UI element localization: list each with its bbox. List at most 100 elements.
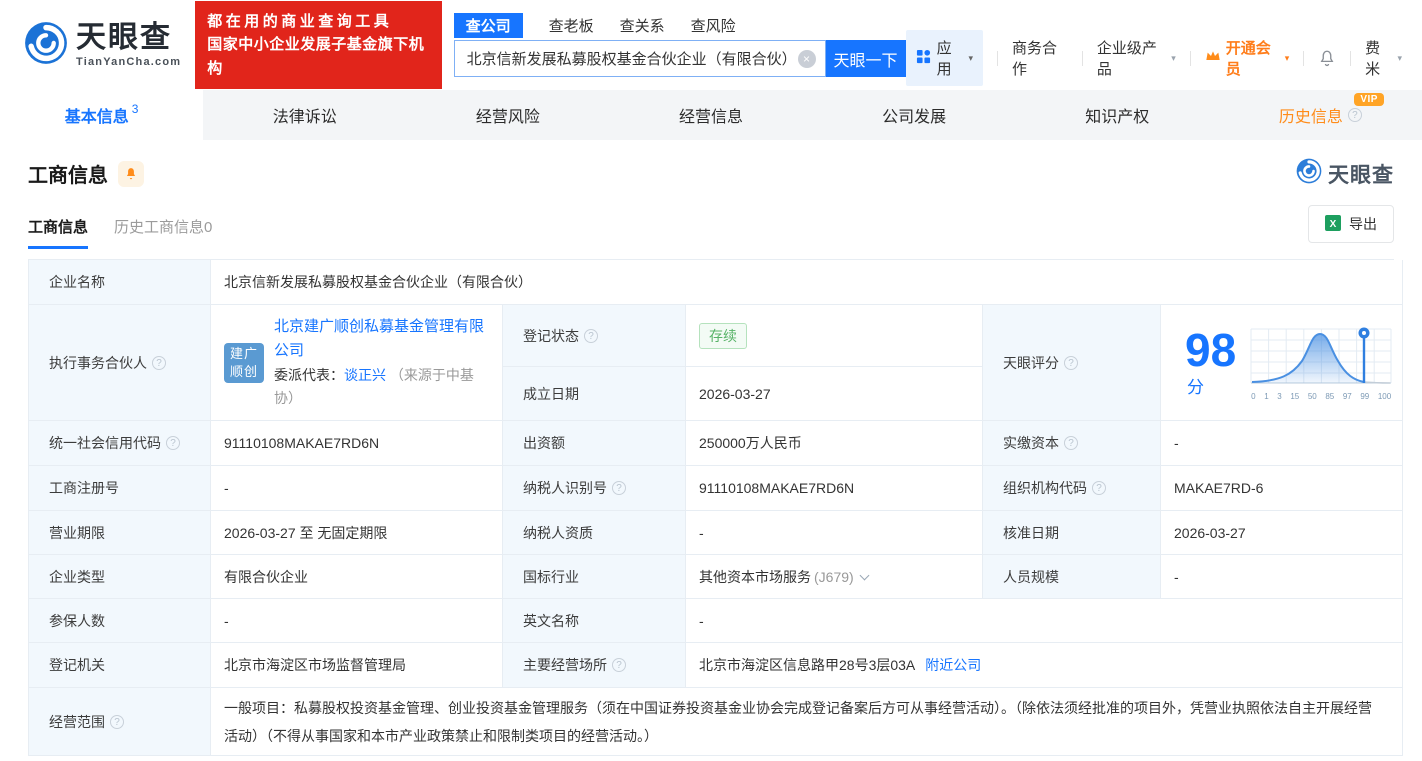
label-text: 统一社会信用代码 [49, 435, 161, 451]
field-label-executive-partner: 执行事务合伙人 ? [29, 305, 211, 421]
tab-label: 经营风险 [475, 109, 540, 126]
help-icon[interactable]: ? [166, 436, 180, 450]
label-text: 组织机构代码 [1003, 480, 1087, 496]
score-number: 98 [1185, 324, 1237, 376]
nav-vip-label: 开通会员 [1225, 40, 1271, 78]
field-label-company-name: 企业名称 [29, 260, 211, 305]
search-input[interactable] [453, 40, 826, 77]
label-text: 天眼评分 [1003, 354, 1059, 371]
excel-icon: X [1325, 214, 1341, 234]
field-value-taxpayer-id: 91110108MAKAE7RD6N [686, 466, 983, 511]
search-tab-boss[interactable]: 查老板 [549, 13, 594, 38]
label-text: 主要经营场所 [523, 657, 607, 673]
field-label-insured-count: 参保人数 [29, 599, 211, 643]
crown-icon [1205, 49, 1221, 67]
tab-label: 基本信息 [64, 109, 129, 126]
field-value-credit-code: 91110108MAKAE7RD6N [211, 421, 503, 466]
tab-basic-info[interactable]: 基本信息 3 [0, 90, 204, 140]
detail-tabs: 基本信息 3 法律诉讼 经营风险 经营信息 公司发展 知识产权 VIP 历史信息… [0, 90, 1422, 140]
help-icon[interactable]: ? [612, 658, 626, 672]
label-text: 经营范围 [49, 713, 105, 730]
help-icon[interactable]: ? [1064, 355, 1078, 370]
label-text: 实缴资本 [1003, 435, 1059, 451]
nav-open-vip[interactable]: 开通会员 ▾ [1205, 37, 1290, 79]
help-icon[interactable]: ? [1064, 436, 1078, 450]
watermark-text: 天眼查 [1328, 163, 1394, 187]
logo-swirl-icon [1296, 158, 1322, 189]
field-label-english-name: 英文名称 [503, 599, 686, 643]
chevron-down-icon: ▾ [968, 52, 973, 63]
score-distribution-chart[interactable]: 01 3 15 50 85 97 99 100 [1250, 325, 1392, 401]
nav-enterprise-label: 企业级产品 [1096, 40, 1157, 78]
field-label-credit-code: 统一社会信用代码 ? [29, 421, 211, 466]
field-value-industry[interactable]: 其他资本市场服务 (J679) [686, 555, 983, 599]
field-label-establish-date: 成立日期 [503, 367, 686, 421]
search-tabs: 查公司 查老板 查关系 查风险 [453, 13, 906, 38]
field-value-taxpayer-quality: - [686, 511, 983, 555]
label-text: 纳税人识别号 [523, 480, 607, 496]
tab-operation-risk[interactable]: 经营风险 [406, 90, 609, 140]
tianyancha-watermark: 天眼查 [1296, 158, 1394, 189]
subtab-history-business-info[interactable]: 历史工商信息0 [114, 216, 212, 249]
tab-history-info[interactable]: VIP 历史信息 ? [1219, 90, 1422, 140]
search-tab-risk[interactable]: 查风险 [691, 13, 736, 38]
search-button[interactable]: 天眼一下 [825, 40, 906, 77]
help-icon[interactable]: ? [1347, 108, 1362, 122]
export-label: 导出 [1349, 216, 1377, 232]
help-icon[interactable]: ? [152, 355, 166, 370]
tab-company-development[interactable]: 公司发展 [813, 90, 1016, 140]
help-icon[interactable]: ? [1092, 481, 1106, 495]
subscribe-bell-icon[interactable] [118, 160, 144, 187]
clear-input-icon[interactable]: × [797, 50, 816, 68]
nearby-companies-link[interactable]: 附近公司 [925, 655, 981, 675]
field-value-business-scope: 一般项目：私募股权投资基金管理、创业投资基金管理服务（须在中国证券投资基金业协会… [211, 688, 1404, 756]
tianyancha-logo[interactable]: 天眼查 TianYanCha.com [24, 21, 181, 70]
slogan-banner: 都在用的商业查询工具 国家中小企业发展子基金旗下机构 [195, 1, 442, 89]
field-label-org-code: 组织机构代码 ? [983, 466, 1161, 511]
chevron-down-icon: ▾ [1284, 52, 1290, 63]
export-button[interactable]: X 导出 [1308, 205, 1394, 243]
user-menu[interactable]: 费米 ▾ [1365, 37, 1402, 79]
subtab-row: 工商信息 历史工商信息0 X 导出 [0, 205, 1422, 249]
tab-label: 法律诉讼 [272, 109, 337, 126]
help-icon[interactable]: ? [584, 328, 598, 343]
chevron-down-icon[interactable] [859, 570, 870, 580]
tab-operation-info[interactable]: 经营信息 [609, 90, 812, 140]
search-tab-company[interactable]: 查公司 [453, 13, 523, 38]
subtab-business-info[interactable]: 工商信息 [28, 216, 89, 249]
field-label-score: 天眼评分 ? [983, 305, 1161, 421]
notification-bell-icon[interactable] [1318, 49, 1336, 67]
tab-count: 3 [131, 102, 139, 116]
tab-intellectual-property[interactable]: 知识产权 [1016, 90, 1219, 140]
field-value-establish-date: 2026-03-27 [686, 367, 983, 421]
partner-company-link[interactable]: 北京建广顺创私募基金管理有限公司 [274, 318, 484, 360]
scope-text: 一般项目：私募股权投资基金管理、创业投资基金管理服务（须在中国证券投资基金业协会… [224, 699, 1372, 744]
chart-axis-labels: 01 3 15 50 85 97 99 100 [1251, 391, 1392, 401]
field-value-capital: 250000万人民币 [686, 421, 983, 466]
partner-avatar[interactable]: 建广顺创 [224, 342, 264, 383]
tab-legal[interactable]: 法律诉讼 [203, 90, 406, 140]
field-label-industry: 国标行业 [503, 555, 686, 599]
field-label-company-type: 企业类型 [29, 555, 211, 599]
search-tab-relation[interactable]: 查关系 [620, 13, 665, 38]
rep-name-link[interactable]: 谈正兴 [344, 367, 386, 383]
divider [1350, 50, 1352, 66]
business-info-table: 企业名称 北京信新发展私募股权基金合伙企业（有限合伙） 执行事务合伙人 ? 建广… [28, 259, 1404, 756]
help-icon[interactable]: ? [612, 481, 626, 495]
tab-label: 历史信息 [1278, 109, 1343, 126]
nav-cooperation[interactable]: 商务合作 [1012, 37, 1068, 79]
apps-menu[interactable]: 应用 ▾ [905, 30, 983, 86]
nav-enterprise[interactable]: 企业级产品 ▾ [1097, 37, 1176, 79]
field-label-reg-authority: 登记机关 [29, 643, 211, 688]
top-nav: 应用 ▾ 商务合作 企业级产品 ▾ 开通会员 ▾ 费米 ▾ [905, 30, 1402, 86]
field-value-org-code: MAKAE7RD-6 [1161, 466, 1404, 511]
score-unit: 分 [1187, 378, 1204, 397]
field-value-staff-size: - [1161, 555, 1404, 599]
field-value-approval-date: 2026-03-27 [1161, 511, 1404, 555]
logo-swirl-icon [24, 21, 68, 70]
divider [1081, 50, 1083, 66]
tab-label: 经营信息 [678, 109, 743, 126]
field-value-english-name: - [686, 599, 1404, 643]
chevron-down-icon: ▾ [1171, 52, 1176, 63]
help-icon[interactable]: ? [110, 714, 124, 729]
